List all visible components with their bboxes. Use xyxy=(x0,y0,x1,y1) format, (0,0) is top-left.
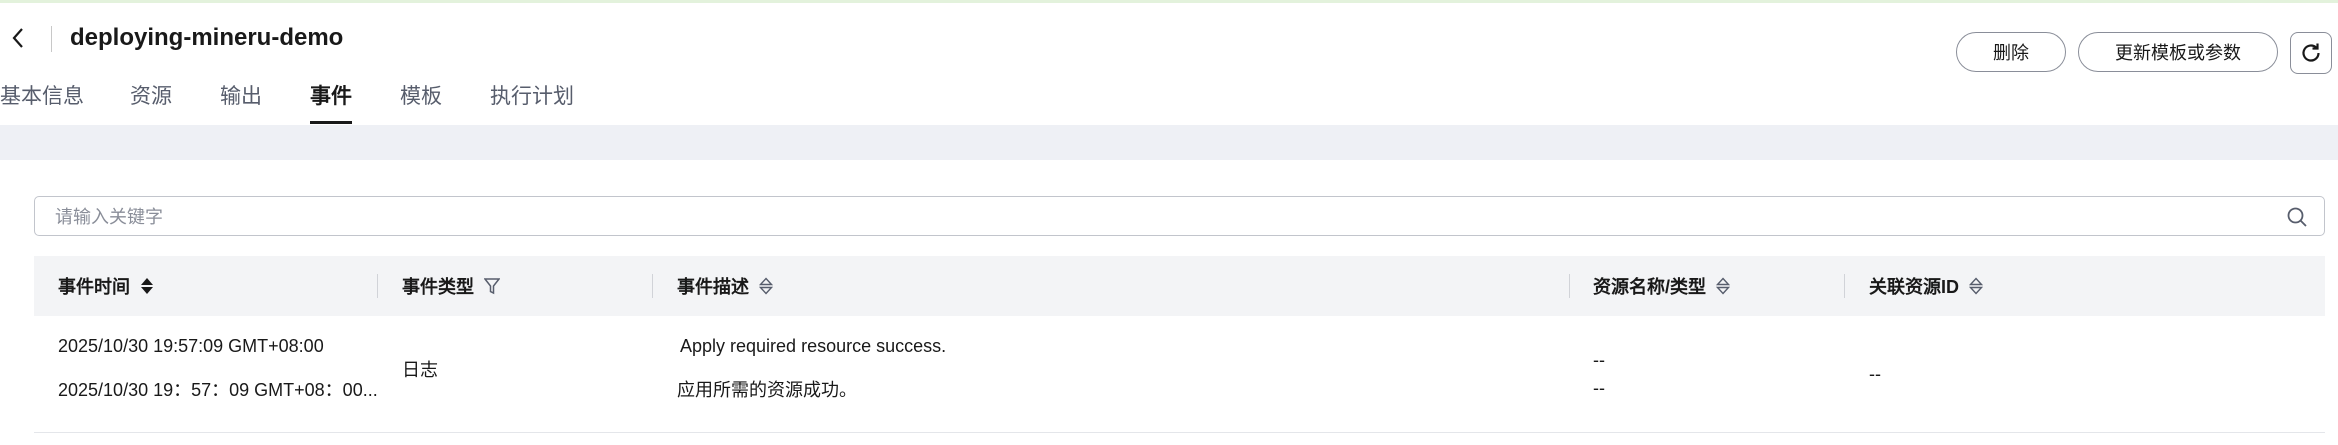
table-row: 2025/10/30 19:57:09 GMT+08:00 2025/10/30… xyxy=(34,316,2325,433)
update-template-button[interactable]: 更新模板或参数 xyxy=(2078,32,2278,72)
tab-basic-info[interactable]: 基本信息 xyxy=(0,80,84,124)
search-field[interactable] xyxy=(34,196,2325,237)
refresh-button[interactable] xyxy=(2290,32,2332,74)
page-title: deploying-mineru-demo xyxy=(70,24,344,51)
column-divider xyxy=(652,274,653,298)
chevron-left-icon xyxy=(12,28,23,48)
back-button[interactable] xyxy=(6,21,30,55)
search-input[interactable] xyxy=(53,197,2257,237)
event-description-cell: Apply required resource success. xyxy=(680,336,947,356)
filter-icon[interactable] xyxy=(484,277,500,295)
section-divider-band xyxy=(0,125,2338,160)
resource-type-cell: -- xyxy=(1593,378,1605,398)
column-label: 资源名称/类型 xyxy=(1593,277,1707,297)
column-resource-name-type: 资源名称/类型 xyxy=(1593,256,1731,316)
tab-resources[interactable]: 资源 xyxy=(130,80,172,124)
refresh-icon xyxy=(2302,43,2320,62)
sort-icon[interactable] xyxy=(759,277,773,295)
event-type-cell: 日志 xyxy=(402,360,438,380)
column-event-type: 事件类型 xyxy=(402,256,500,316)
search-icon[interactable] xyxy=(2286,206,2308,228)
resource-name-cell: -- xyxy=(1593,350,1605,370)
sort-icon[interactable] xyxy=(140,277,154,295)
event-description-translated-cell: 应用所需的资源成功。 xyxy=(677,380,857,400)
title-divider xyxy=(51,26,52,52)
event-time-cell: 2025/10/30 19:57:09 GMT+08:00 xyxy=(58,336,324,356)
tab-execution-plan[interactable]: 执行计划 xyxy=(490,80,574,124)
sort-icon[interactable] xyxy=(1716,277,1731,295)
tab-template[interactable]: 模板 xyxy=(400,80,442,124)
event-time-local-cell: 2025/10/30 19：57：09 GMT+08：00... xyxy=(58,380,378,400)
column-label: 事件描述 xyxy=(677,277,749,297)
sort-icon[interactable] xyxy=(1969,277,1983,295)
column-label: 事件时间 xyxy=(58,277,130,297)
column-event-description: 事件描述 xyxy=(677,256,773,316)
delete-button[interactable]: 删除 xyxy=(1956,32,2066,72)
column-related-resource-id: 关联资源ID xyxy=(1869,256,1983,316)
related-resource-id-cell: -- xyxy=(1869,364,1881,384)
column-label: 事件类型 xyxy=(402,277,474,297)
column-event-time: 事件时间 xyxy=(58,256,154,316)
column-label: 关联资源ID xyxy=(1869,277,1959,297)
page-header: deploying-mineru-demo 删除 更新模板或参数 xyxy=(0,3,2338,75)
column-divider xyxy=(1844,274,1845,298)
tab-outputs[interactable]: 输出 xyxy=(220,80,262,124)
tab-events[interactable]: 事件 xyxy=(310,80,352,124)
column-divider xyxy=(377,274,378,298)
events-table-header: 事件时间 事件类型 事件描述 资源名称/类型 关联资源ID xyxy=(34,256,2325,316)
column-divider xyxy=(1569,274,1570,298)
